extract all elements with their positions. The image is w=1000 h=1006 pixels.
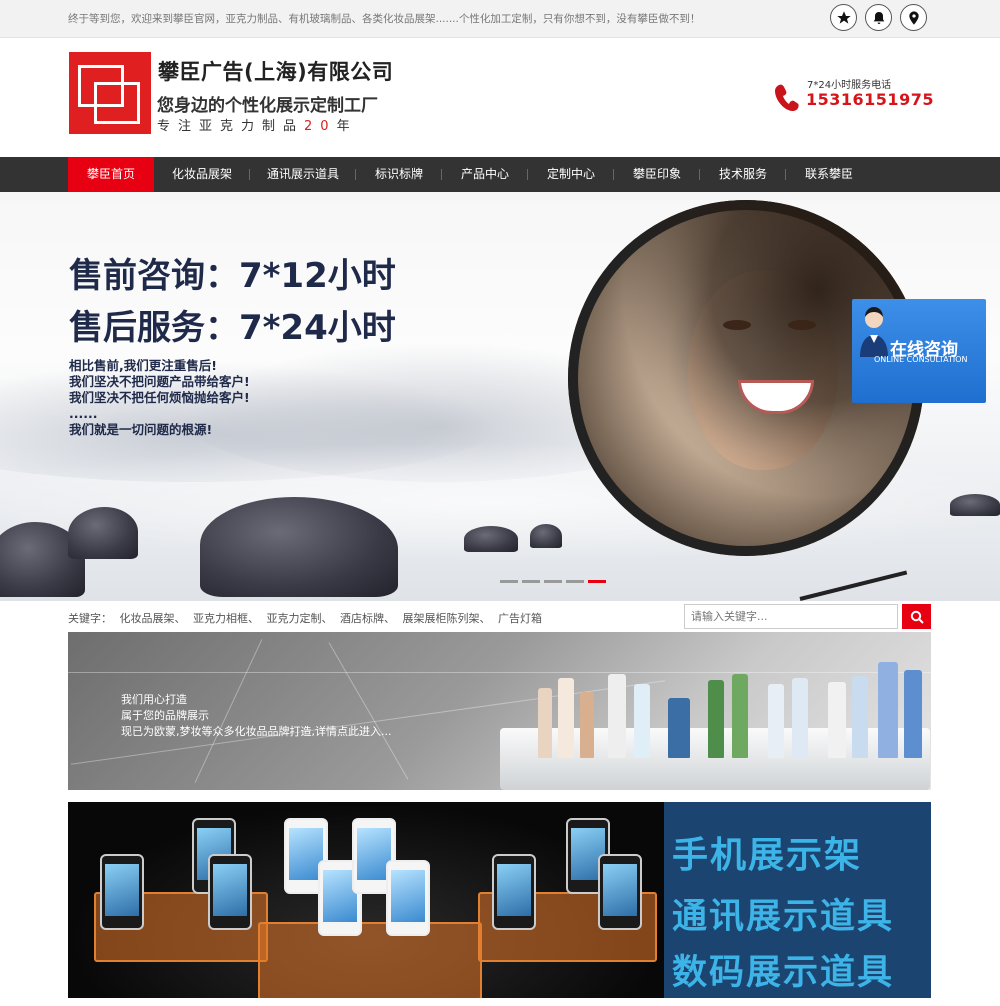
banner-line: ...... bbox=[69, 406, 98, 421]
cosmetics-display-banner[interactable]: 我们用心打造 属于您的品牌展示 现已为欧蒙,梦妆等众多化妆品品牌打造,详情点此进… bbox=[68, 632, 931, 790]
nav-item[interactable]: 化妆品展架 bbox=[154, 157, 250, 192]
company-slogan: 您身边的个性化展示定制工厂 bbox=[157, 96, 378, 116]
nav-item[interactable]: 技术服务 bbox=[700, 157, 786, 192]
company-logo[interactable] bbox=[69, 52, 151, 134]
star-icon[interactable] bbox=[830, 4, 857, 31]
slider-dot-active[interactable] bbox=[588, 580, 606, 583]
nav-item-label: 攀臣首页 bbox=[86, 167, 135, 181]
nav-item[interactable]: 产品中心 bbox=[442, 157, 528, 192]
consult-subtitle: ONLINE CONSULTATION bbox=[874, 355, 968, 364]
rock-image bbox=[200, 497, 398, 597]
cosmetics-line: 现已为欧蒙,梦妆等众多化妆品品牌打造,详情点此进入... bbox=[121, 725, 392, 738]
welcome-text: 终于等到您，欢迎来到攀臣官网，亚克力制品、有机玻璃制品、各类化妆品展架.....… bbox=[68, 13, 701, 25]
hotline-number[interactable]: 15316151975 bbox=[806, 90, 934, 109]
phone-display-title-panel: 手机展示架 通讯展示道具 数码展示道具 bbox=[664, 802, 931, 998]
slider-dots bbox=[500, 580, 606, 583]
phone-stand-image bbox=[68, 802, 664, 998]
site-header: 攀臣广告(上海)有限公司 您身边的个性化展示定制工厂 专注亚克力制品20年 7*… bbox=[0, 38, 1000, 157]
nav-item-label: 攀臣印象 bbox=[632, 167, 681, 181]
since-text: 专注亚克力制品20年 bbox=[157, 115, 358, 134]
headset-icon bbox=[799, 570, 908, 601]
slider-dot[interactable] bbox=[500, 580, 518, 583]
nav-item-label: 产品中心 bbox=[460, 167, 509, 181]
since-years: 20 bbox=[304, 119, 337, 134]
banner-line: 相比售前,我们更注重售后! bbox=[69, 358, 217, 373]
hero-banner[interactable]: 售前咨询：7*12小时 售后服务：7*24小时 相比售前,我们更注重售后! 我们… bbox=[0, 192, 1000, 601]
telecom-props-title: 通讯展示道具 bbox=[672, 897, 895, 937]
bell-icon[interactable] bbox=[865, 4, 892, 31]
phone-icon bbox=[775, 84, 799, 111]
slider-dot[interactable] bbox=[522, 580, 540, 583]
keyword-link[interactable]: 化妆品展架、 bbox=[120, 612, 186, 625]
keyword-link[interactable]: 酒店标牌、 bbox=[340, 612, 395, 625]
top-bar: 终于等到您，欢迎来到攀臣官网，亚克力制品、有机玻璃制品、各类化妆品展架.....… bbox=[0, 0, 1000, 38]
cosmetics-line: 属于您的品牌展示 bbox=[121, 709, 209, 722]
nav-list: 攀臣首页 化妆品展架 通讯展示道具 标识标牌 产品中心 定制中心 攀臣印象 技术服务 联系攀臣 bbox=[68, 157, 872, 192]
nav-item-label: 化妆品展架 bbox=[171, 167, 232, 181]
search-icon bbox=[910, 610, 924, 624]
slider-dot[interactable] bbox=[544, 580, 562, 583]
slider-dot[interactable] bbox=[566, 580, 584, 583]
banner-line: 我们就是一切问题的根源! bbox=[69, 422, 213, 437]
search-button[interactable] bbox=[902, 604, 931, 629]
nav-item[interactable]: 定制中心 bbox=[528, 157, 614, 192]
nav-item[interactable]: 联系攀臣 bbox=[786, 157, 872, 192]
phone-display-title: 手机展示架 bbox=[672, 835, 863, 876]
nav-item-label: 通讯展示道具 bbox=[266, 167, 339, 181]
rock-image bbox=[68, 507, 138, 559]
rock-image bbox=[464, 526, 518, 552]
rock-image bbox=[530, 524, 562, 548]
nav-item[interactable]: 攀臣首页 bbox=[68, 157, 154, 192]
main-nav: 攀臣首页 化妆品展架 通讯展示道具 标识标牌 产品中心 定制中心 攀臣印象 技术服务 联系攀臣 bbox=[0, 157, 1000, 192]
nav-item[interactable]: 标识标牌 bbox=[356, 157, 442, 192]
banner-line: 我们坚决不把问题产品带给客户! bbox=[69, 374, 250, 389]
since-prefix: 专注亚克力制品 bbox=[157, 119, 305, 134]
keyword-link[interactable]: 亚克力相框、 bbox=[193, 612, 259, 625]
search-box bbox=[684, 604, 931, 629]
nav-item-label: 联系攀臣 bbox=[804, 167, 853, 181]
nav-item[interactable]: 通讯展示道具 bbox=[250, 157, 356, 192]
nav-item-label: 技术服务 bbox=[718, 167, 767, 181]
top-icons bbox=[830, 4, 927, 31]
online-consultation-button[interactable]: 在线咨询 ONLINE CONSULTATION bbox=[852, 299, 986, 403]
keyword-link[interactable]: 广告灯箱 bbox=[498, 612, 542, 625]
phone-display-banner[interactable]: 手机展示架 通讯展示道具 数码展示道具 bbox=[68, 802, 931, 998]
keywords-bar: 关键字： 化妆品展架、 亚克力相框、 亚克力定制、 酒店标牌、 展架展柜陈列架、… bbox=[68, 610, 546, 626]
banner-copy: 相比售前,我们更注重售后! 我们坚决不把问题产品带给客户! 我们坚决不把任何烦恼… bbox=[69, 358, 250, 438]
digital-props-title: 数码展示道具 bbox=[672, 953, 895, 993]
cosmetics-copy: 我们用心打造 属于您的品牌展示 现已为欧蒙,梦妆等众多化妆品品牌打造,详情点此进… bbox=[121, 692, 391, 740]
location-pin-icon[interactable] bbox=[900, 4, 927, 31]
rock-image bbox=[950, 494, 1000, 516]
aftersale-heading: 售后服务：7*24小时 bbox=[69, 308, 396, 348]
search-input[interactable] bbox=[684, 604, 898, 629]
since-suffix: 年 bbox=[336, 119, 358, 134]
keyword-link[interactable]: 亚克力定制、 bbox=[267, 612, 333, 625]
presale-heading: 售前咨询：7*12小时 bbox=[69, 256, 396, 296]
company-name: 攀臣广告(上海)有限公司 bbox=[158, 60, 394, 84]
nav-item-label: 标识标牌 bbox=[374, 167, 423, 181]
keyword-link[interactable]: 展架展柜陈列架、 bbox=[403, 612, 491, 625]
keywords-label: 关键字： bbox=[68, 612, 112, 625]
nav-item[interactable]: 攀臣印象 bbox=[614, 157, 700, 192]
nav-item-label: 定制中心 bbox=[546, 167, 595, 181]
banner-line: 我们坚决不把任何烦恼抛给客户! bbox=[69, 390, 250, 405]
agent-avatar-icon bbox=[860, 307, 888, 357]
hotline-label: 7*24小时服务电话 bbox=[807, 80, 892, 91]
cosmetics-line: 我们用心打造 bbox=[121, 693, 187, 706]
